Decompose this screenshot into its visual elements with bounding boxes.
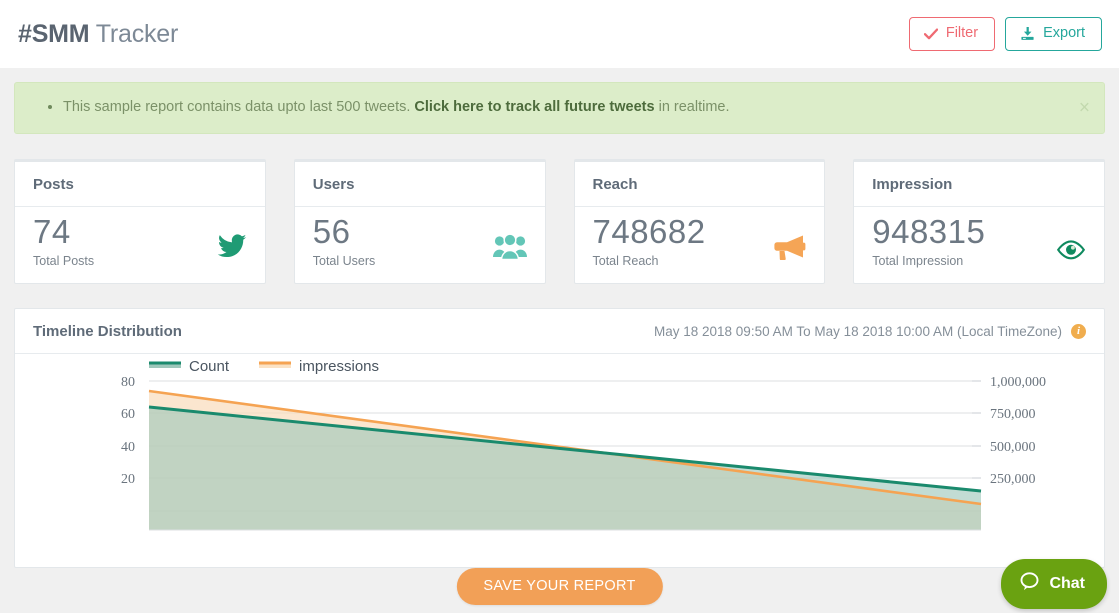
stat-card-impression-value: 948315 (872, 215, 985, 248)
chat-widget-label: Chat (1049, 576, 1085, 592)
y-axis-tick-40: 40 (121, 440, 135, 455)
info-icon[interactable]: i (1071, 324, 1086, 339)
stat-card-posts-title: Posts (15, 162, 265, 207)
alert-text-before: This sample report contains data upto la… (63, 99, 414, 115)
filter-button-label: Filter (946, 26, 978, 41)
stat-card-reach-figures: 748682 Total Reach (593, 215, 706, 268)
export-button[interactable]: Export (1005, 17, 1102, 51)
legend-label-count[interactable]: Count (189, 358, 230, 375)
chart-legend: Count impressions (149, 358, 379, 375)
timeline-distribution-panel: Timeline Distribution May 18 2018 09:50 … (14, 308, 1105, 568)
stat-cards-row: Posts 74 Total Posts Users 56 Total User… (0, 134, 1119, 284)
stat-card-reach-label: Total Reach (593, 255, 706, 268)
chat-widget-button[interactable]: Chat (1001, 559, 1107, 609)
close-icon[interactable]: × (1079, 99, 1090, 118)
stat-card-reach-body: 748682 Total Reach (575, 207, 825, 283)
save-report-button[interactable]: SAVE YOUR REPORT (456, 568, 662, 606)
timeline-panel-header: Timeline Distribution May 18 2018 09:50 … (15, 309, 1104, 354)
export-button-label: Export (1043, 26, 1085, 41)
stat-card-posts-body: 74 Total Posts (15, 207, 265, 283)
alert-list: This sample report contains data upto la… (33, 98, 730, 117)
timeline-date-range: May 18 2018 09:50 AM To May 18 2018 10:0… (654, 324, 1086, 339)
stat-card-impression: Impression 948315 Total Impression (853, 159, 1105, 284)
stat-card-posts-value: 74 (33, 215, 94, 248)
stat-card-users-body: 56 Total Users (295, 207, 545, 283)
top-bar: #SMM Tracker Filter Export (0, 0, 1119, 68)
check-icon (924, 28, 938, 40)
page-title: #SMM Tracker (18, 20, 178, 49)
stat-card-impression-body: 948315 Total Impression (854, 207, 1104, 283)
stat-card-posts: Posts 74 Total Posts (14, 159, 266, 284)
stat-card-users: Users 56 Total Users (294, 159, 546, 284)
stat-card-impression-label: Total Impression (872, 255, 985, 268)
timeline-date-range-label: May 18 2018 09:50 AM To May 18 2018 10:0… (654, 324, 1062, 339)
megaphone-icon (774, 234, 806, 265)
stat-card-posts-figures: 74 Total Posts (33, 215, 94, 268)
y2-axis-tick-1000000: 1,000,000 (990, 375, 1046, 390)
chat-bubble-icon (1019, 571, 1040, 596)
y2-axis-tick-500000: 500,000 (990, 440, 1036, 455)
stat-card-impression-title: Impression (854, 162, 1104, 207)
eye-icon (1056, 240, 1086, 265)
page-title-brand: #SMM (18, 20, 89, 48)
chart-right-tick-marks (972, 381, 981, 478)
filter-button[interactable]: Filter (909, 17, 995, 51)
stat-card-posts-label: Total Posts (33, 255, 94, 268)
stat-card-users-title: Users (295, 162, 545, 207)
timeline-chart-svg: 80 60 40 20 1,000,000 750,000 500,000 25… (15, 354, 1100, 559)
y-axis-tick-20: 20 (121, 472, 135, 487)
stat-card-users-figures: 56 Total Users (313, 215, 376, 268)
users-group-icon (493, 233, 527, 265)
stat-card-impression-figures: 948315 Total Impression (872, 215, 985, 268)
y-axis-tick-60: 60 (121, 407, 135, 422)
count-area (149, 407, 981, 530)
y-axis-tick-80: 80 (121, 375, 135, 390)
legend-label-impressions[interactable]: impressions (299, 358, 379, 375)
stat-card-users-label: Total Users (313, 255, 376, 268)
alert-link[interactable]: Click here to track all future tweets (414, 99, 654, 115)
y2-axis-tick-750000: 750,000 (990, 407, 1036, 422)
y2-axis-tick-250000: 250,000 (990, 472, 1036, 487)
top-bar-actions: Filter Export (909, 17, 1102, 51)
stat-card-users-value: 56 (313, 215, 376, 248)
stat-card-reach: Reach 748682 Total Reach (574, 159, 826, 284)
page-title-rest: Tracker (89, 20, 178, 48)
chart-left-axis: 80 60 40 20 (121, 375, 135, 487)
twitter-bird-icon (217, 234, 247, 265)
timeline-panel-title: Timeline Distribution (33, 323, 182, 340)
stat-card-reach-value: 748682 (593, 215, 706, 248)
download-icon (1020, 26, 1035, 41)
alert-list-item: This sample report contains data upto la… (63, 98, 730, 117)
alert-container: This sample report contains data upto la… (0, 68, 1119, 134)
alert-text-after: in realtime. (655, 99, 730, 115)
sample-report-alert: This sample report contains data upto la… (14, 82, 1105, 134)
timeline-chart: 80 60 40 20 1,000,000 750,000 500,000 25… (15, 354, 1104, 559)
chart-right-axis: 1,000,000 750,000 500,000 250,000 (990, 375, 1046, 487)
stat-card-reach-title: Reach (575, 162, 825, 207)
